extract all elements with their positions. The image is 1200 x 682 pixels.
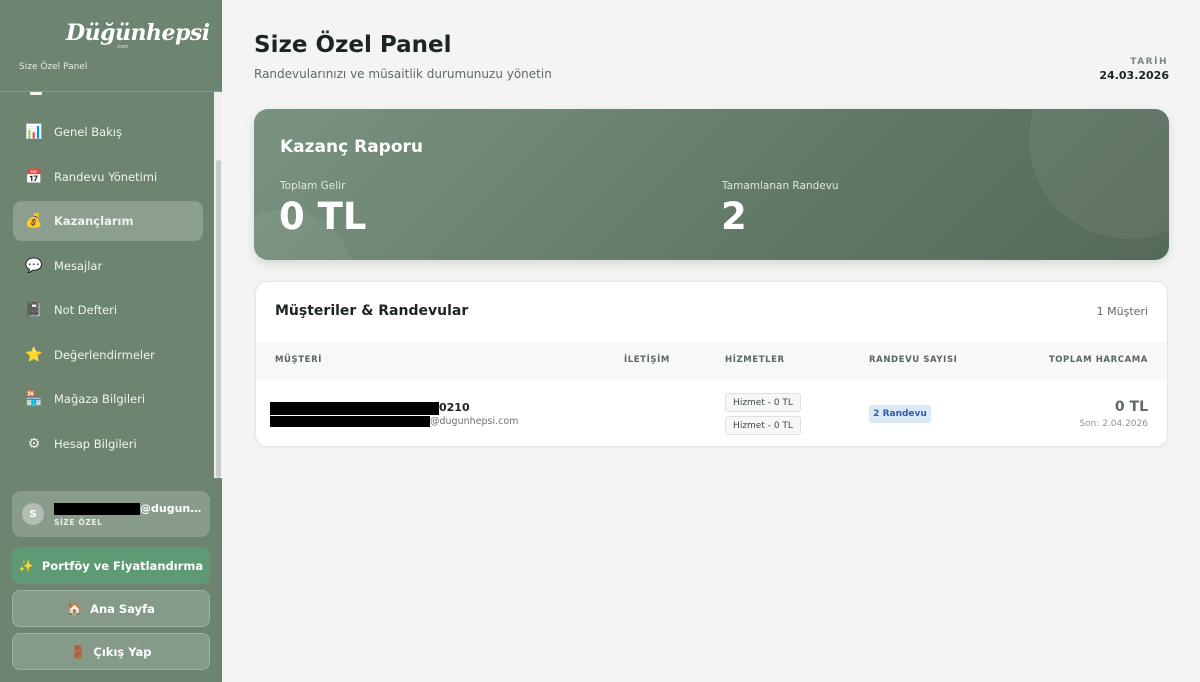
customers-appointments-card: Müşteriler & Randevular 1 Müşteri MÜŞTER… (255, 281, 1168, 447)
appointment-count-badge: 2 Randevu (869, 405, 931, 423)
sidebar-item-appointments[interactable]: 📅 Randevu Yönetimi (13, 157, 203, 197)
nav-cut-off-item (30, 92, 42, 95)
user-role: SİZE ÖZEL (54, 518, 103, 527)
column-header-customer: MÜŞTERİ (275, 355, 322, 365)
customers-title: Müşteriler & Randevular (275, 303, 469, 319)
sidebar-item-label: Kazançlarım (54, 214, 134, 228)
brand-logo[interactable]: Düğünhepsi (66, 20, 210, 46)
sidebar-item-earnings[interactable]: 💰 Kazançlarım (13, 201, 203, 241)
brand-logo-domain: .com (116, 44, 129, 50)
page-title: Size Özel Panel (254, 32, 452, 58)
table-header: MÜŞTERİ İLETİŞİM HİZMETLER RANDEVU SAYIS… (256, 342, 1167, 380)
portfolio-pricing-button[interactable]: ✨ Portföy ve Fiyatlandırma (12, 547, 210, 584)
customer-name: 0210 (270, 401, 470, 415)
date-value: 24.03.2026 (1099, 69, 1169, 82)
redacted-block (270, 401, 439, 415)
gear-icon: ⚙ (27, 436, 41, 452)
sparkles-icon: ✨ (18, 558, 34, 573)
sidebar-item-reviews[interactable]: ⭐ Değerlendirmeler (13, 335, 203, 375)
earnings-report-card: Kazanç Raporu Toplam Gelir 0 TL Tamamlan… (254, 109, 1169, 260)
sidebar-item-account-info[interactable]: ⚙ Hesap Bilgileri (13, 424, 203, 464)
earnings-title: Kazanç Raporu (280, 137, 424, 157)
column-header-services: HİZMETLER (725, 355, 785, 365)
user-email-domain: @dugunhep... (140, 502, 204, 515)
date-label: TARİH (1130, 57, 1168, 67)
column-header-total-spend: TOPLAM HARCAMA (1048, 355, 1148, 365)
brand-header: Düğünhepsi .com Size Özel Panel (0, 0, 222, 92)
sidebar: Düğünhepsi .com Size Özel Panel 📊 Genel … (0, 0, 222, 682)
sidebar-item-store-info[interactable]: 🏪 Mağaza Bilgileri (13, 379, 203, 419)
sidebar-item-messages[interactable]: 💬 Mesajlar (13, 246, 203, 286)
sidebar-item-label: Hesap Bilgileri (54, 437, 137, 451)
home-button[interactable]: 🏠 Ana Sayfa (12, 590, 210, 627)
service-tag: Hizmet - 0 TL (725, 416, 801, 435)
customer-name-suffix: 0210 (439, 401, 470, 414)
sidebar-item-label: Genel Bakış (54, 125, 122, 139)
user-email: @dugunhep... (54, 502, 204, 515)
sidebar-item-label: Mağaza Bilgileri (54, 392, 146, 406)
sidebar-item-notebook[interactable]: 📓 Not Defteri (13, 290, 203, 330)
total-spend-value: 0 TL (1114, 399, 1148, 415)
sidebar-item-overview[interactable]: 📊 Genel Bakış (13, 112, 203, 152)
page-subtitle: Randevularınızı ve müsaitlik durumunuzu … (254, 67, 552, 81)
panel-label: Size Özel Panel (19, 62, 88, 72)
bar-chart-icon: 📊 (25, 124, 43, 140)
money-bag-icon: 💰 (25, 213, 43, 229)
total-income-label: Toplam Gelir (280, 180, 346, 192)
sidebar-scrollbar-thumb[interactable] (216, 160, 221, 478)
sidebar-item-label: Değerlendirmeler (54, 348, 155, 362)
decorative-circle (1029, 109, 1169, 239)
logout-button[interactable]: 🚪 Çıkış Yap (12, 633, 210, 670)
column-header-appointment-count: RANDEVU SAYISI (869, 355, 958, 365)
sidebar-nav: 📊 Genel Bakış 📅 Randevu Yönetimi 💰 Kazan… (0, 92, 214, 478)
sidebar-item-label: Randevu Yönetimi (54, 170, 158, 184)
completed-appointments-value: 2 (721, 195, 747, 238)
logout-label: Çıkış Yap (93, 644, 152, 659)
customer-count: 1 Müşteri (1096, 305, 1148, 318)
avatar: S (22, 503, 44, 525)
redacted-block (54, 503, 140, 515)
notebook-icon: 📓 (25, 302, 43, 318)
sidebar-item-label: Not Defteri (54, 303, 118, 317)
user-card[interactable]: S @dugunhep... SİZE ÖZEL (12, 491, 210, 537)
door-icon: 🚪 (70, 644, 86, 659)
customer-email-domain: @dugunhepsi.com (430, 416, 519, 427)
home-label: Ana Sayfa (90, 601, 155, 616)
sidebar-item-label: Mesajlar (54, 259, 103, 273)
total-income-value: 0 TL (279, 195, 367, 238)
service-tag: Hizmet - 0 TL (725, 393, 801, 412)
calendar-icon: 📅 (25, 169, 43, 185)
customer-email: @dugunhepsi.com (270, 416, 518, 427)
star-icon: ⭐ (25, 347, 43, 363)
portfolio-pricing-label: Portföy ve Fiyatlandırma (41, 558, 204, 573)
completed-appointments-label: Tamamlanan Randevu (722, 180, 839, 192)
redacted-block (270, 416, 430, 427)
store-icon: 🏪 (25, 391, 43, 407)
last-appointment-date: Son: 2.04.2026 (1079, 419, 1148, 429)
house-icon: 🏠 (67, 601, 83, 616)
speech-bubble-icon: 💬 (25, 258, 43, 274)
column-header-contact: İLETİŞİM (624, 355, 670, 365)
